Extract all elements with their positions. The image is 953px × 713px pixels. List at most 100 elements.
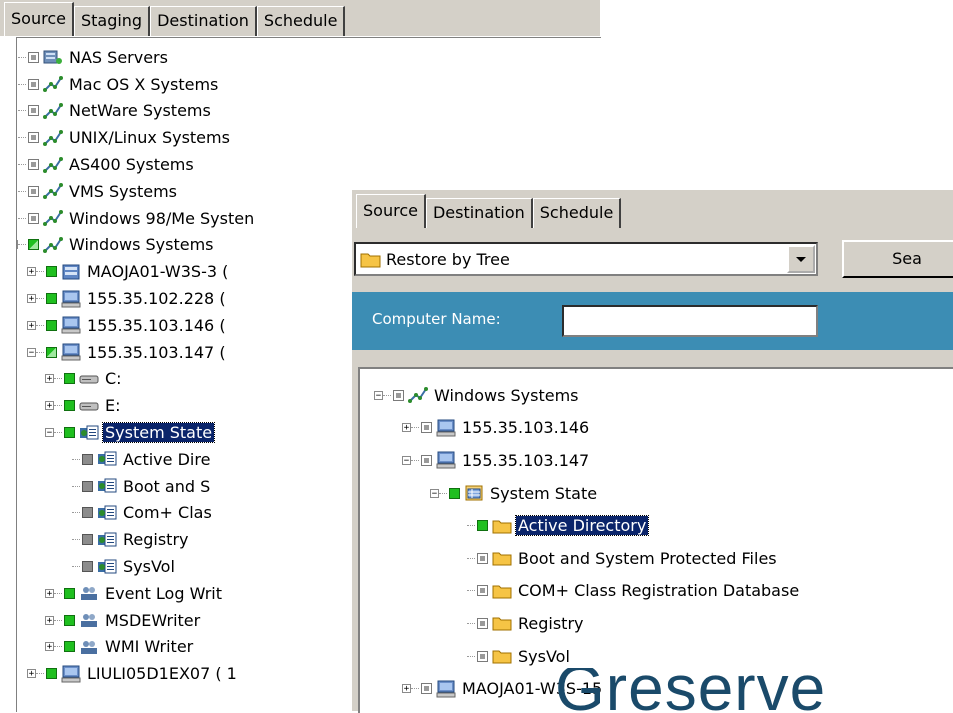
collapse-icon[interactable]: − — [430, 488, 439, 498]
collapse-icon[interactable]: − — [45, 428, 54, 438]
collapse-icon[interactable]: − — [402, 455, 411, 465]
system-state-db-icon — [464, 484, 484, 502]
tree-node[interactable]: UNIX/Linux Systems — [17, 124, 232, 151]
expand-icon[interactable]: + — [45, 401, 54, 411]
tree-node[interactable]: +155.35.103.146 ( — [27, 312, 228, 339]
dropdown-button[interactable] — [787, 245, 815, 273]
tab-source[interactable]: Source — [4, 2, 74, 36]
selection-checkbox[interactable] — [28, 212, 39, 224]
tree-node[interactable]: Active Directory — [458, 509, 650, 542]
expand-icon[interactable]: + — [45, 615, 54, 625]
tree-node[interactable]: Mac OS X Systems — [17, 71, 220, 98]
tree-node[interactable]: +155.35.102.228 ( — [27, 285, 228, 312]
tree-node[interactable]: AS400 Systems — [17, 151, 196, 178]
tree-node[interactable]: + MAOJA01-W3S-3 ( — [27, 258, 230, 285]
expand-icon[interactable]: + — [402, 684, 411, 694]
selection-checkbox[interactable] — [28, 239, 39, 251]
selection-checkbox[interactable] — [82, 561, 93, 573]
selection-checkbox[interactable] — [64, 641, 75, 653]
selection-checkbox[interactable] — [477, 552, 488, 564]
collapse-icon[interactable]: − — [27, 347, 36, 357]
tree-node[interactable]: + E: — [45, 392, 123, 419]
tab-staging[interactable]: Staging — [73, 6, 151, 36]
tree-node[interactable]: − 155.35.103.147 — [402, 444, 591, 477]
tree-node[interactable]: − 155.35.103.147 ( — [27, 339, 228, 366]
selection-checkbox[interactable] — [421, 683, 432, 695]
tab-destination[interactable]: Destination — [425, 198, 533, 228]
tree-node[interactable]: NAS Servers — [17, 44, 170, 71]
tree-node[interactable]: − System State — [430, 477, 599, 510]
tree-node[interactable]: SysVol — [63, 553, 177, 580]
selection-checkbox[interactable] — [82, 453, 93, 465]
selection-checkbox[interactable] — [64, 373, 75, 385]
tree-node[interactable]: COM+ Class Registration Database — [458, 575, 801, 608]
expand-icon[interactable]: + — [45, 642, 54, 652]
tree-node[interactable]: + WMI Writer — [45, 634, 195, 661]
selection-checkbox[interactable] — [477, 617, 488, 629]
expand-icon[interactable]: + — [402, 423, 411, 433]
tree-node[interactable]: Boot and System Protected Files — [458, 542, 779, 575]
selection-checkbox[interactable] — [421, 454, 432, 466]
tree-node[interactable]: Registry — [458, 607, 586, 640]
selection-checkbox[interactable] — [64, 587, 75, 599]
search-button[interactable]: Sea — [842, 240, 953, 278]
selection-checkbox[interactable] — [28, 51, 39, 63]
restore-mode-value: Restore by Tree — [386, 249, 510, 269]
computer-icon — [436, 451, 456, 469]
expand-icon[interactable]: + — [27, 267, 36, 277]
selection-checkbox[interactable] — [64, 614, 75, 626]
selection-checkbox[interactable] — [46, 346, 57, 358]
tree-node[interactable]: Windows 98/Me Systen — [17, 205, 256, 232]
selection-checkbox[interactable] — [28, 185, 39, 197]
selection-checkbox[interactable] — [28, 105, 39, 117]
expand-icon[interactable]: + — [45, 588, 54, 598]
selection-checkbox[interactable] — [477, 650, 488, 662]
tree-node[interactable]: + LIULI05D1EX07 ( 1 — [27, 660, 239, 687]
folder-icon — [360, 250, 382, 268]
expand-icon[interactable]: + — [27, 669, 36, 679]
expand-icon[interactable]: + — [27, 294, 36, 304]
selection-checkbox[interactable] — [46, 293, 57, 305]
tree-node[interactable]: −Windows Systems — [374, 379, 581, 412]
expand-icon[interactable]: + — [45, 374, 54, 384]
tree-node[interactable]: − System State — [45, 419, 216, 446]
expand-icon[interactable]: + — [27, 320, 36, 330]
collapse-icon[interactable]: − — [374, 390, 383, 400]
selection-checkbox[interactable] — [82, 534, 93, 546]
tree-node[interactable]: Registry — [63, 526, 191, 553]
selection-checkbox[interactable] — [28, 78, 39, 90]
selection-checkbox[interactable] — [64, 427, 75, 439]
selection-checkbox[interactable] — [46, 266, 57, 278]
tree-node[interactable]: Active Dire — [63, 446, 212, 473]
selection-checkbox[interactable] — [421, 422, 432, 434]
tree-node[interactable]: Boot and S — [63, 473, 212, 500]
selection-checkbox[interactable] — [477, 520, 488, 532]
selection-checkbox[interactable] — [46, 319, 57, 331]
system-state-icon — [97, 450, 117, 468]
selection-checkbox[interactable] — [477, 585, 488, 597]
tree-node[interactable]: −Windows Systems — [17, 232, 216, 259]
tab-schedule[interactable]: Schedule — [256, 6, 346, 36]
selection-checkbox[interactable] — [393, 389, 404, 401]
selection-checkbox[interactable] — [46, 668, 57, 680]
network-icon — [43, 75, 63, 93]
selection-checkbox[interactable] — [28, 132, 39, 144]
computer-name-input[interactable] — [562, 305, 818, 337]
tree-node[interactable]: VMS Systems — [17, 178, 179, 205]
tree-node[interactable]: Com+ Clas — [63, 500, 214, 527]
tree-node[interactable]: +155.35.103.146 — [402, 412, 591, 445]
selection-checkbox[interactable] — [449, 487, 460, 499]
tree-node-label: Active Directory — [514, 515, 650, 537]
tab-source[interactable]: Source — [356, 194, 426, 228]
restore-mode-select[interactable]: Restore by Tree — [354, 242, 818, 276]
tree-node[interactable]: + MSDEWriter — [45, 607, 202, 634]
selection-checkbox[interactable] — [82, 507, 93, 519]
tab-schedule[interactable]: Schedule — [532, 198, 622, 228]
selection-checkbox[interactable] — [82, 480, 93, 492]
selection-checkbox[interactable] — [28, 159, 39, 171]
tab-destination[interactable]: Destination — [150, 6, 257, 36]
selection-checkbox[interactable] — [64, 400, 75, 412]
tree-node[interactable]: NetWare Systems — [17, 98, 213, 125]
tree-node[interactable]: + C: — [45, 366, 124, 393]
tree-node[interactable]: + Event Log Writ — [45, 580, 224, 607]
